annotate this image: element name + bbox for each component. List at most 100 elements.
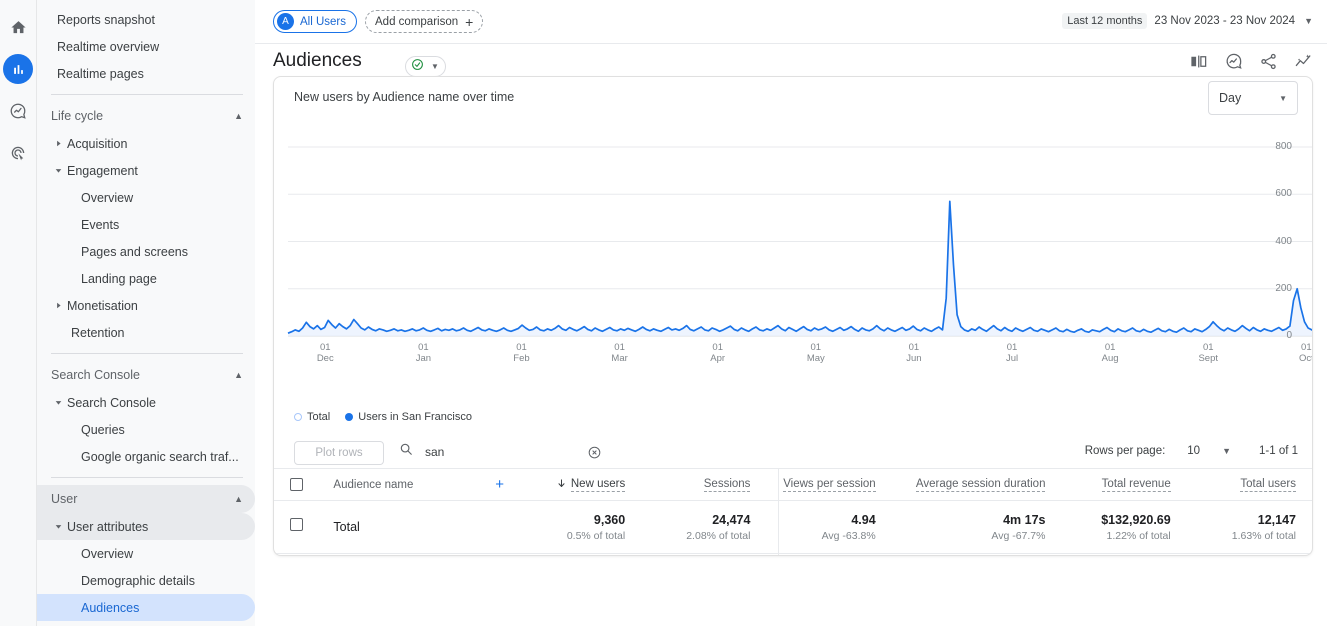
chart-x-tick: 01 Jul <box>1005 342 1019 364</box>
total-users-sub: 1.63% of total <box>1231 529 1296 542</box>
table-row[interactable]: 1 Users in San Francisco 9,360 24,474 4.… <box>274 554 1312 556</box>
sidebar-item-label: Reports snapshot <box>57 12 155 27</box>
dimension-header-label[interactable]: Audience name <box>333 479 413 491</box>
plot-rows-button[interactable]: Plot rows <box>294 441 384 465</box>
search-input[interactable] <box>423 443 593 460</box>
timeseries-chart[interactable]: 0 200 400 600 800 01 Dec 01 Jan 01 Feb 01 Mar 01 Apr 0… <box>282 129 1312 379</box>
sidebar-item-demographic-details[interactable]: Demographic details <box>37 567 255 594</box>
chart-x-tick: 01 May <box>806 342 825 364</box>
column-header-average-session-duration[interactable]: Average session duration <box>915 478 1046 492</box>
sidebar-divider-3 <box>51 477 243 478</box>
sidebar-group-tech[interactable]: Tech <box>37 621 255 626</box>
sidebar-item-realtime-overview[interactable]: Realtime overview <box>37 33 255 60</box>
trends-icon[interactable] <box>1294 52 1313 76</box>
sidebar-section-user[interactable]: User ▲ <box>37 485 255 513</box>
share-icon[interactable] <box>1259 52 1278 76</box>
chevron-right-icon <box>51 302 65 309</box>
row-checkbox[interactable] <box>290 518 303 531</box>
row-rank: 1 <box>308 554 333 556</box>
chart-y-tick: 200 <box>1275 282 1292 294</box>
total-views-per-session-value: 4.94 <box>851 512 876 527</box>
sidebar-group-monetisation[interactable]: Monetisation <box>37 292 255 319</box>
chart-gridlines <box>288 146 1312 337</box>
sidebar-group-acquisition[interactable]: Acquisition <box>37 130 255 157</box>
date-range-selector[interactable]: Last 12 months 23 Nov 2023 - 23 Nov 2024… <box>1062 13 1313 29</box>
sidebar-item-google-organic-search-traffic[interactable]: Google organic search traf... <box>37 443 255 470</box>
sidebar-divider-1 <box>51 94 243 95</box>
search-icon <box>399 442 413 461</box>
explore-icon[interactable] <box>3 96 33 126</box>
chevron-down-icon[interactable]: ▼ <box>1222 446 1231 456</box>
select-all-checkbox[interactable] <box>290 469 308 500</box>
sidebar-item-user-overview[interactable]: Overview <box>37 540 255 567</box>
check-circle-icon <box>411 58 424 76</box>
chart-y-tick: 600 <box>1275 188 1292 200</box>
sidebar-item-retention[interactable]: Retention <box>37 319 255 346</box>
column-header-total-users[interactable]: Total users <box>1240 478 1296 492</box>
advertising-icon[interactable] <box>3 138 33 168</box>
chart-x-tick: 01 Sept <box>1198 342 1218 364</box>
report-status-badge[interactable]: ▼ <box>405 56 446 77</box>
sidebar-group-engagement[interactable]: Engagement <box>37 157 255 184</box>
sidebar-group-search-console[interactable]: Search Console <box>37 389 255 416</box>
sidebar-item-events[interactable]: Events <box>37 211 255 238</box>
chart-header: New users by Audience name over time Day… <box>274 77 1312 129</box>
audience-avatar: A <box>277 13 294 30</box>
add-dimension-icon[interactable]: + <box>495 477 504 492</box>
table-search[interactable] <box>399 442 593 461</box>
add-comparison-button[interactable]: Add comparison + <box>365 10 484 33</box>
sidebar-item-pages-and-screens[interactable]: Pages and screens <box>37 238 255 265</box>
compare-icon[interactable] <box>1189 52 1208 76</box>
home-icon[interactable] <box>3 12 33 42</box>
sidebar-nav: Reports snapshot Realtime overview Realt… <box>37 0 255 626</box>
chevron-down-icon: ▼ <box>1304 16 1313 26</box>
sidebar-item-label: Overview <box>81 190 134 205</box>
comparison-bar: A All Users Add comparison + Last 12 mon… <box>255 0 1327 44</box>
rows-per-page-value[interactable]: 10 <box>1187 445 1200 457</box>
sidebar-item-audiences[interactable]: Audiences <box>37 594 255 621</box>
total-revenue-value: $132,920.69 <box>1101 512 1171 527</box>
sidebar-item-label: Pages and screens <box>81 244 189 259</box>
total-users-value: 12,147 <box>1257 512 1296 527</box>
sidebar-group-label: User attributes <box>67 519 149 534</box>
legend-label-users-in-san-francisco[interactable]: Users in San Francisco <box>358 411 472 423</box>
sidebar-section-label: Search Console <box>51 368 140 382</box>
pagination-range: 1-1 of 1 <box>1259 445 1298 457</box>
page-title: Audiences <box>273 50 362 71</box>
sidebar-section-search-console[interactable]: Search Console ▲ <box>37 361 255 389</box>
column-header-views-per-session[interactable]: Views per session <box>783 478 876 492</box>
main-content: A All Users Add comparison + Last 12 mon… <box>255 0 1327 626</box>
table-header-row: Audience name + New users Sessions Views… <box>274 469 1312 501</box>
date-range-value: 23 Nov 2023 - 23 Nov 2024 <box>1154 15 1296 27</box>
granularity-value: Day <box>1219 91 1242 105</box>
chevron-down-icon: ▼ <box>431 62 439 71</box>
insights-icon[interactable] <box>1224 52 1243 76</box>
legend-label-total[interactable]: Total <box>307 411 330 423</box>
column-header-total-revenue[interactable]: Total revenue <box>1101 478 1171 492</box>
sidebar-item-label: Audiences <box>81 600 140 615</box>
reports-icon[interactable] <box>3 54 33 84</box>
sidebar-item-label: Demographic details <box>81 573 195 588</box>
chevron-up-icon: ▲ <box>234 110 243 121</box>
chart-x-axis: 01 Dec 01 Jan 01 Feb 01 Mar 01 Apr 01 May 01 Jun 01 Jul… <box>282 336 1312 370</box>
column-header-sessions[interactable]: Sessions <box>703 478 751 492</box>
total-row-label: Total <box>333 520 360 534</box>
sidebar-item-queries[interactable]: Queries <box>37 416 255 443</box>
sidebar-item-reports-snapshot[interactable]: Reports snapshot <box>37 6 255 33</box>
granularity-select[interactable]: Day ▼ <box>1208 81 1298 115</box>
clear-search-icon[interactable] <box>587 445 602 465</box>
analytics-app: Reports snapshot Realtime overview Realt… <box>0 0 1327 626</box>
sidebar-item-label: Landing page <box>81 271 157 286</box>
all-users-chip[interactable]: A All Users <box>273 10 358 33</box>
sidebar-item-landing-page[interactable]: Landing page <box>37 265 255 292</box>
total-new-users-value: 9,360 <box>593 512 626 527</box>
column-header-new-users[interactable]: New users <box>570 478 626 492</box>
sidebar-item-engagement-overview[interactable]: Overview <box>37 184 255 211</box>
sidebar-section-life-cycle[interactable]: Life cycle ▲ <box>37 102 255 130</box>
sidebar-group-user-attributes[interactable]: User attributes <box>37 513 255 540</box>
date-preset-badge: Last 12 months <box>1062 13 1148 29</box>
sidebar-item-realtime-pages[interactable]: Realtime pages <box>37 60 255 87</box>
legend-marker-total <box>294 413 302 421</box>
chart-x-tick: 01 Apr <box>710 342 726 364</box>
add-comparison-label: Add comparison <box>375 15 459 28</box>
